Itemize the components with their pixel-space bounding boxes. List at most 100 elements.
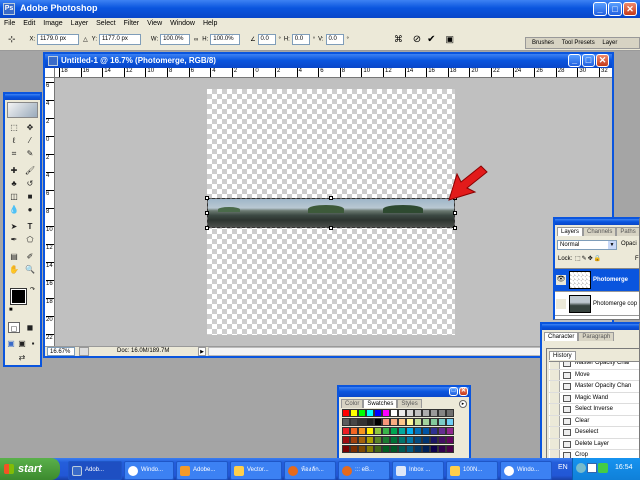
path-selection-tool-icon[interactable]: ➤ [8,221,20,232]
history-state[interactable]: Magic Wand [549,392,639,404]
close-button[interactable]: ✕ [623,2,637,16]
menu-help[interactable]: Help [203,20,217,27]
default-colors-icon[interactable]: ■ [9,307,13,313]
history-brush-source-icon[interactable] [550,392,560,404]
history-brush-source-icon[interactable] [550,427,560,438]
transform-handle[interactable] [205,226,209,230]
menu-select[interactable]: Select [96,20,115,27]
color-swatch[interactable] [422,409,430,417]
color-swatch[interactable] [414,445,422,453]
color-swatch[interactable] [438,445,446,453]
canvas-area[interactable] [55,78,612,346]
adobe-online-logo[interactable] [7,102,38,118]
taskbar-item[interactable]: Adobe... [176,461,228,480]
well-brushes[interactable]: Brushes [532,40,554,46]
history-state[interactable]: Deselect [549,427,639,439]
status-menu-arrow-icon[interactable]: ▶ [198,347,206,356]
start-button[interactable]: start [0,458,60,480]
color-swatch[interactable] [438,409,446,417]
color-swatch[interactable] [446,418,454,426]
tab-character[interactable]: Character [544,332,579,341]
color-swatch[interactable] [406,427,414,435]
marquee-tool-icon[interactable]: ⬚ [8,122,20,133]
vertical-ruler[interactable]: 6 4 2 0 2 4 6 8 10 12 14 16 18 20 22 [45,78,55,346]
tray-app-icon[interactable] [576,463,586,473]
color-swatch[interactable] [366,427,374,435]
color-swatch[interactable] [374,427,382,435]
tab-channels[interactable]: Channels [583,227,617,236]
type-tool-icon[interactable]: T [24,221,36,232]
color-swatch[interactable] [342,427,350,435]
color-swatch[interactable] [398,436,406,444]
transform-handle[interactable] [453,226,457,230]
taskbar-item[interactable]: Windo... [124,461,174,480]
color-swatch[interactable] [430,409,438,417]
color-swatch[interactable] [350,418,358,426]
color-swatch[interactable] [366,436,374,444]
color-swatch[interactable] [374,418,382,426]
angle-field[interactable]: 0.0 [257,34,276,45]
pen-tool-icon[interactable]: ✒ [8,234,20,245]
y-field[interactable]: 1177.0 px [98,34,141,45]
color-swatch[interactable] [342,445,350,453]
history-brush-source-icon[interactable] [550,438,560,450]
menu-view[interactable]: View [147,20,162,27]
color-swatch[interactable] [366,418,374,426]
screen-mode-full-icon[interactable]: ▪ [28,338,38,349]
taskbar-item[interactable]: Inbox ... [392,461,444,480]
transform-handle[interactable] [453,211,457,215]
color-swatch[interactable] [446,445,454,453]
menu-edit[interactable]: Edit [23,20,35,27]
vskew-field[interactable]: 0.0 [325,34,344,45]
tray-app-icon[interactable] [587,463,597,473]
color-swatch[interactable] [414,409,422,417]
color-swatch[interactable] [358,427,366,435]
doc-minimize-button[interactable]: _ [568,54,581,67]
color-swatch[interactable] [430,427,438,435]
taskbar-item[interactable]: Adob... [68,461,122,480]
visibility-eye-icon[interactable] [556,299,566,309]
color-swatch[interactable] [422,418,430,426]
color-swatch[interactable] [438,418,446,426]
color-swatch[interactable] [382,436,390,444]
quick-mask-mode-icon[interactable]: ◼ [24,322,36,333]
layer-row[interactable]: Photomerge cop [555,293,639,316]
color-swatch[interactable] [358,445,366,453]
file-browser-icon[interactable]: ▣ [445,34,454,44]
shape-tool-icon[interactable]: ⬠ [24,234,36,245]
history-state[interactable]: Move [549,369,639,381]
color-swatch[interactable] [358,436,366,444]
history-state[interactable]: Master Opacity Chan [549,381,639,393]
color-swatch[interactable] [374,436,382,444]
history-brush-source-icon[interactable] [550,369,560,381]
color-swatch[interactable] [358,418,366,426]
language-indicator[interactable]: EN [558,464,568,471]
blend-mode-select[interactable]: Normal ▼ [557,240,617,250]
color-swatch[interactable] [446,427,454,435]
tab-history[interactable]: History [549,351,576,360]
layer-row-selected[interactable]: 👁 Photomerge [555,269,639,292]
move-tool-icon[interactable]: ✥ [24,122,36,133]
color-swatch[interactable] [358,409,366,417]
x-field[interactable]: 1179.0 px [37,34,80,45]
eraser-tool-icon[interactable]: ◫ [8,191,20,202]
color-swatch[interactable] [446,436,454,444]
screen-mode-standard-icon[interactable]: ▣ [6,338,16,349]
color-swatch[interactable] [374,445,382,453]
zoom-field[interactable]: 16.67% [47,347,75,356]
color-swatch[interactable] [430,436,438,444]
notes-tool-icon[interactable]: ▤ [8,251,20,262]
tray-app-icon[interactable] [598,463,608,473]
lock-icons[interactable]: ⬚✎✥🔒 [575,255,602,262]
color-swatch[interactable] [414,418,422,426]
brush-tool-icon[interactable]: 🖌 [24,165,36,176]
maximize-button[interactable]: □ [608,2,622,16]
color-swatch[interactable] [422,436,430,444]
history-state[interactable]: Clear [549,415,639,427]
color-swatch[interactable] [414,427,422,435]
well-tool-presets[interactable]: Tool Presets [562,40,595,46]
taskbar-item[interactable]: Vector... [230,461,282,480]
taskbar-item[interactable]: ห้องลัก... [284,461,336,480]
transform-handle[interactable] [205,196,209,200]
color-swatch[interactable] [350,445,358,453]
